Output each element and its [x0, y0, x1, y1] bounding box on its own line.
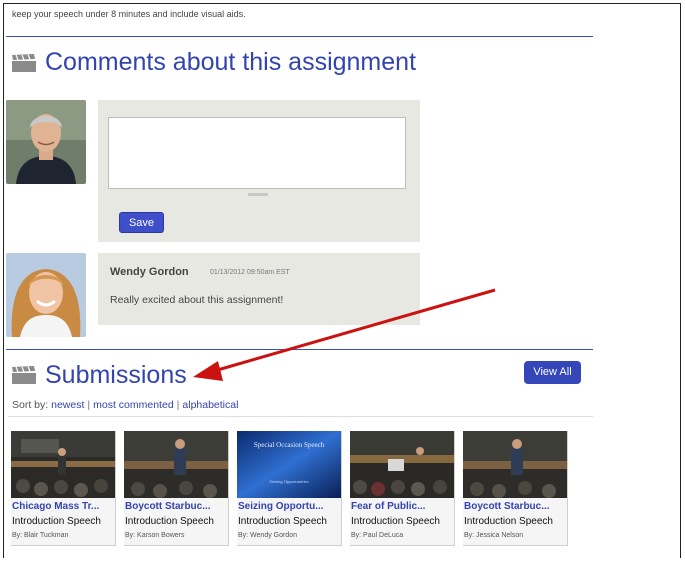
submission-card[interactable]: Fear of Public... Introduction Speech By… — [350, 431, 455, 546]
submission-subtitle: Introduction Speech — [12, 516, 101, 527]
submissions-section-title: Submissions — [45, 361, 187, 389]
submission-author: By: Blair Tuckman — [12, 532, 69, 539]
submission-card[interactable]: Boycott Starbuc... Introduction Speech B… — [124, 431, 229, 546]
separator: | — [87, 399, 91, 411]
comment-textarea[interactable] — [108, 117, 406, 189]
submission-title[interactable]: Boycott Starbuc... — [125, 501, 211, 512]
submission-subtitle: Introduction Speech — [464, 516, 553, 527]
video-thumbnail[interactable] — [463, 431, 567, 498]
video-thumbnail[interactable] — [11, 431, 115, 498]
clapperboard-icon — [12, 366, 36, 384]
save-comment-button[interactable]: Save — [119, 212, 164, 233]
current-user-avatar — [6, 100, 86, 184]
slide-subtitle: Seizing Opportunities — [269, 479, 309, 484]
sort-alphabetical-link[interactable]: alphabetical — [182, 399, 238, 411]
assignment-instructions: keep your speech under 8 minutes and inc… — [12, 9, 246, 19]
slide-title: Special Occasion Speech — [254, 441, 325, 449]
comment-item — [98, 253, 420, 325]
sort-divider — [8, 416, 593, 417]
submission-subtitle: Introduction Speech — [125, 516, 214, 527]
submission-title[interactable]: Seizing Opportu... — [238, 501, 324, 512]
video-thumbnail[interactable] — [350, 431, 454, 498]
submission-title[interactable]: Chicago Mass Tr... — [12, 501, 99, 512]
submission-author: By: Karson Bowers — [125, 532, 185, 539]
sort-bar: Sort by: newest | most commented | alphabeti… — [12, 399, 238, 411]
sort-label: Sort by: — [12, 399, 49, 411]
video-thumbnail[interactable] — [124, 431, 228, 498]
sort-most-commented-link[interactable]: most commented — [93, 399, 174, 411]
section-divider — [6, 36, 593, 37]
comment-text: Really excited about this assignment! — [110, 294, 284, 306]
submission-author: By: Paul DeLuca — [351, 532, 404, 539]
video-thumbnail[interactable]: Special Occasion Speech Seizing Opportun… — [237, 431, 341, 498]
comment-timestamp: 01/13/2012 09:50am EST — [210, 269, 290, 276]
comments-section-title: Comments about this assignment — [45, 48, 417, 76]
textarea-resize-handle[interactable] — [248, 193, 268, 196]
submission-author: By: Wendy Gordon — [238, 532, 298, 539]
view-all-button[interactable]: View All — [524, 361, 581, 384]
commenter-avatar — [6, 253, 86, 337]
sort-newest-link[interactable]: newest — [51, 399, 84, 411]
submission-author: By: Jessica Nelson — [464, 532, 524, 539]
submission-title[interactable]: Boycott Starbuc... — [464, 501, 550, 512]
section-divider — [6, 349, 593, 350]
submission-title[interactable]: Fear of Public... — [351, 501, 425, 512]
clapperboard-icon — [12, 54, 36, 72]
submission-card[interactable]: Boycott Starbuc... Introduction Speech B… — [463, 431, 568, 546]
submission-subtitle: Introduction Speech — [351, 516, 440, 527]
submission-subtitle: Introduction Speech — [238, 516, 327, 527]
separator: | — [176, 399, 180, 411]
submission-card[interactable]: Special Occasion Speech Seizing Opportun… — [237, 431, 342, 546]
submission-card[interactable]: Chicago Mass Tr... Introduction Speech B… — [11, 431, 116, 546]
comment-author[interactable]: Wendy Gordon — [110, 266, 189, 278]
